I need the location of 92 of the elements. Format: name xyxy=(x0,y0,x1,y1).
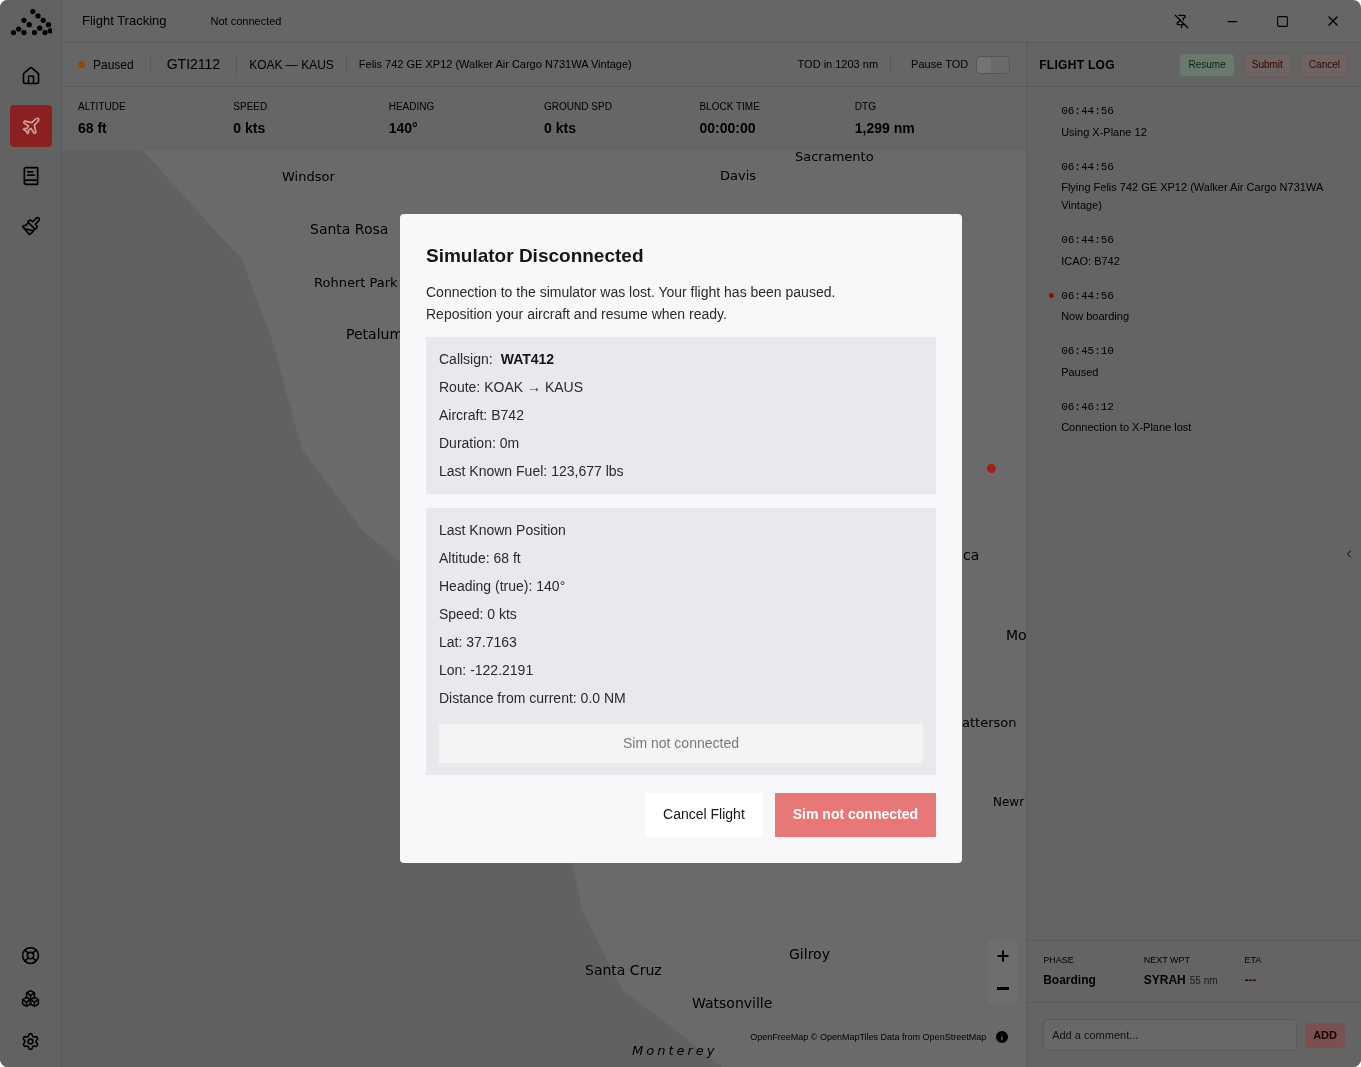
stat-label: DTG xyxy=(854,99,877,114)
map-place-label: Santa Rosa xyxy=(310,222,389,236)
settings-icon[interactable] xyxy=(21,1032,40,1051)
summary-value: 123,677 lbs xyxy=(551,461,624,481)
map-place-label: ca xyxy=(963,548,980,562)
dialog-title: Simulator Disconnected xyxy=(426,244,645,268)
map-place-label: atterson xyxy=(962,716,1017,729)
stat-label: ALTITUDE xyxy=(78,99,127,114)
summary-value: 0m xyxy=(499,433,520,453)
comment-field[interactable]: Add a comment... xyxy=(1043,1019,1298,1051)
log-time: 06:45:10 xyxy=(1061,344,1115,359)
app-title: Flight Tracking xyxy=(82,12,167,31)
map-place-label: Windsor xyxy=(282,170,335,183)
eta-value: --- xyxy=(1244,972,1258,990)
lifebuoy-icon[interactable] xyxy=(21,946,40,965)
log-time: 06:46:12 xyxy=(1061,399,1115,415)
position-line: Lat: 37.7163 xyxy=(439,632,518,652)
action-button[interactable]: Cancel xyxy=(1299,52,1349,77)
stat-value: 0 kts xyxy=(233,118,267,138)
next-waypoint-label: NEXT WPT xyxy=(1143,953,1192,967)
summary-value: B742 xyxy=(491,405,524,425)
summary-value: WAT412 xyxy=(500,349,555,369)
flight-status: Paused xyxy=(93,55,151,74)
map-place-label: Newr xyxy=(993,796,1025,808)
position-title: Last Known Position xyxy=(439,520,567,540)
stat-label: HEADING xyxy=(388,99,436,114)
position-line: Speed: 0 kts xyxy=(439,604,518,624)
eta-label: ETA xyxy=(1244,953,1263,967)
summary-label: Route: xyxy=(439,377,481,397)
position-line: Altitude: 68 ft xyxy=(439,548,522,568)
summary-label: Duration: xyxy=(439,433,496,453)
summary-label: Last Known Fuel: xyxy=(439,461,548,481)
stat-value: 1,299 nm xyxy=(854,118,916,138)
map-place-label: Mo xyxy=(1006,628,1027,642)
map-place-label: Davis xyxy=(720,169,757,182)
stat-label: BLOCK TIME xyxy=(699,99,761,114)
phase-label: PHASE xyxy=(1043,953,1075,967)
log-time: 06:44:56 xyxy=(1061,104,1115,119)
home-icon xyxy=(20,66,41,86)
summary-value: KOAK → KAUS xyxy=(484,377,584,397)
route: KOAK — KAUS xyxy=(237,55,347,74)
connection-status: Not connected xyxy=(210,13,282,29)
airplane-nav-button[interactable] xyxy=(9,105,52,147)
map-place-label: Monterey xyxy=(632,1044,718,1057)
pin-off-icon[interactable] xyxy=(1174,13,1189,29)
dialog-message: Connection to the simulator was lost. Your flight has been paused. Reposition your aircraft and resume when ready. xyxy=(426,282,837,324)
panel-title: FLIGHT LOG xyxy=(1039,56,1115,74)
log-text: ICAO: B742 xyxy=(1061,253,1121,269)
paintbrush-icon xyxy=(20,216,41,236)
airplane-icon xyxy=(20,116,41,136)
log-text: Using X-Plane 12 xyxy=(1061,124,1148,140)
position-line: Heading (true): 140° xyxy=(439,576,567,596)
resume-button[interactable]: Resume xyxy=(1179,52,1235,77)
stat-value: 0 kts xyxy=(544,118,577,138)
log-text: Flying Felis 742 GE XP12 (Walker Air Cargo N731WA Vintage) xyxy=(1061,180,1324,213)
stat-label: SPEED xyxy=(233,99,269,114)
pause-tod-toggle[interactable] xyxy=(976,55,1011,74)
position-line: Lon: -122.2191 xyxy=(439,660,535,680)
map-place-label: Santa Cruz xyxy=(585,963,662,977)
summary-label: Callsign: xyxy=(439,349,493,369)
log-text: Connection to X-Plane lost xyxy=(1061,420,1193,435)
position-line: Distance from current: 0.0 NM xyxy=(439,688,627,708)
next-waypoint: SYRAH xyxy=(1143,972,1186,990)
callsign: GTI2112 xyxy=(150,54,238,75)
boxes-icon[interactable] xyxy=(21,989,40,1008)
cancel-flight-button[interactable]: Cancel Flight xyxy=(645,792,763,837)
map-place-label: Sacramento xyxy=(795,150,874,163)
waypoint-distance: 55 nm xyxy=(1189,974,1218,989)
log-text: Now boarding xyxy=(1061,309,1131,324)
stat-value: 00:00:00 xyxy=(699,118,757,138)
maximize-icon[interactable] xyxy=(1276,14,1289,28)
log-text: Paused xyxy=(1061,364,1100,380)
tod-distance: TOD in 1203 nm xyxy=(785,56,892,73)
map-place-label: Gilroy xyxy=(789,947,830,961)
phase-value: Boarding xyxy=(1043,972,1097,990)
map-place-label: Watsonville xyxy=(692,996,773,1010)
summary-label: Aircraft: xyxy=(439,405,488,425)
info-icon[interactable] xyxy=(994,1029,1011,1045)
map-marker xyxy=(987,464,996,473)
stat-value: 140° xyxy=(388,118,419,138)
stat-label: GROUND SPD xyxy=(544,99,613,114)
log-time: 06:44:56 xyxy=(1061,159,1115,175)
add-button[interactable]: ADD xyxy=(1305,1022,1345,1048)
pause-tod-label: Pause TOD xyxy=(910,57,970,73)
action-button[interactable]: Submit xyxy=(1242,52,1292,77)
aircraft-name: Felis 742 GE XP12 (Walker Air Cargo N731WA Vintage) xyxy=(357,57,633,73)
stat-value: 68 ft xyxy=(78,118,108,138)
map-place-label: Rohnert Park xyxy=(314,276,398,289)
log-time: 06:44:56 xyxy=(1061,288,1115,304)
log-time: 06:44:56 xyxy=(1061,233,1115,248)
minus-icon xyxy=(997,986,1010,990)
map-attribution[interactable]: OpenFreeMap © OpenMapTiles Data from OpenStreetMap xyxy=(750,1032,987,1042)
